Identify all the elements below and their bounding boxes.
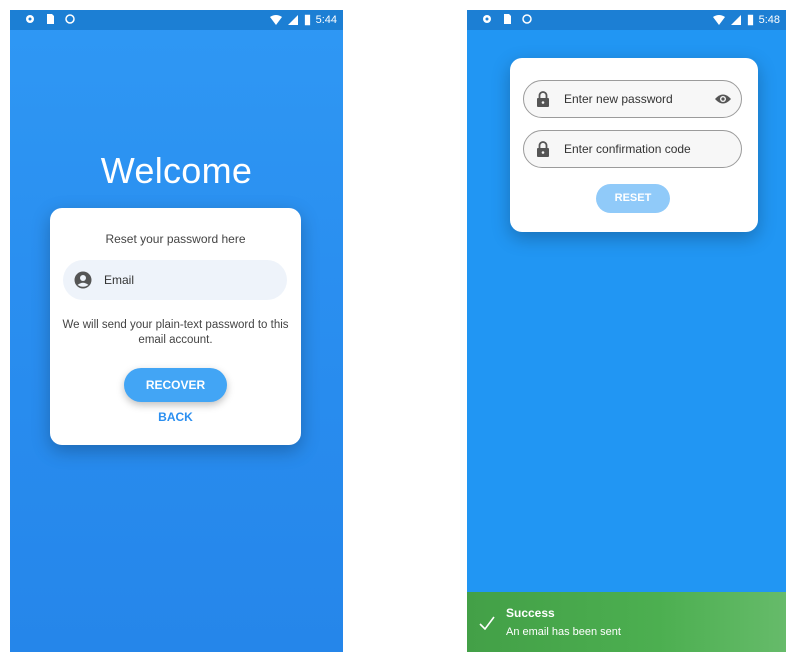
lock-icon <box>537 141 549 157</box>
check-icon <box>479 616 495 630</box>
recover-card: Reset your password here Email We will s… <box>50 208 301 445</box>
signal-icon <box>287 15 298 25</box>
sd-card-icon <box>504 14 511 24</box>
battery-icon <box>747 14 753 26</box>
back-link[interactable]: BACK <box>50 410 301 424</box>
wifi-icon <box>712 15 725 25</box>
card-heading: Reset your password here <box>105 232 246 246</box>
recover-screen: 5:44 Welcome Reset your password here Em… <box>10 10 343 652</box>
lock-icon <box>537 91 549 107</box>
eye-icon[interactable] <box>714 92 732 106</box>
snackbar-title: Success <box>506 606 555 620</box>
snackbar-message: An email has been sent <box>506 626 621 638</box>
reset-screen: 5:48 Enter new password Enter confirmati… <box>467 10 786 652</box>
record-icon <box>522 14 532 24</box>
success-snackbar: Success An email has been sent <box>467 592 786 652</box>
email-field[interactable]: Email <box>63 260 287 300</box>
status-bar: 5:44 <box>10 10 343 30</box>
reset-button[interactable]: RESET <box>596 184 670 213</box>
email-placeholder: Email <box>104 273 135 287</box>
settings-icon <box>26 15 34 23</box>
status-time: 5:44 <box>315 14 337 26</box>
info-text: We will send your plain-text password to… <box>62 319 289 346</box>
welcome-title: Welcome <box>100 150 253 191</box>
new-password-placeholder: Enter new password <box>564 92 673 106</box>
record-icon <box>65 14 75 24</box>
confirmation-code-placeholder: Enter confirmation code <box>564 142 691 156</box>
reset-card: Enter new password Enter confirmation co… <box>510 58 758 232</box>
battery-icon <box>304 14 310 26</box>
signal-icon <box>730 15 741 25</box>
sd-card-icon <box>47 14 54 24</box>
confirmation-code-field[interactable]: Enter confirmation code <box>523 130 742 168</box>
status-time: 5:48 <box>758 14 780 26</box>
recover-button[interactable]: RECOVER <box>124 368 227 402</box>
settings-icon <box>483 15 491 23</box>
new-password-field[interactable]: Enter new password <box>523 80 742 118</box>
status-bar: 5:48 <box>467 10 786 30</box>
wifi-icon <box>269 15 282 25</box>
account-circle-icon <box>74 271 92 289</box>
